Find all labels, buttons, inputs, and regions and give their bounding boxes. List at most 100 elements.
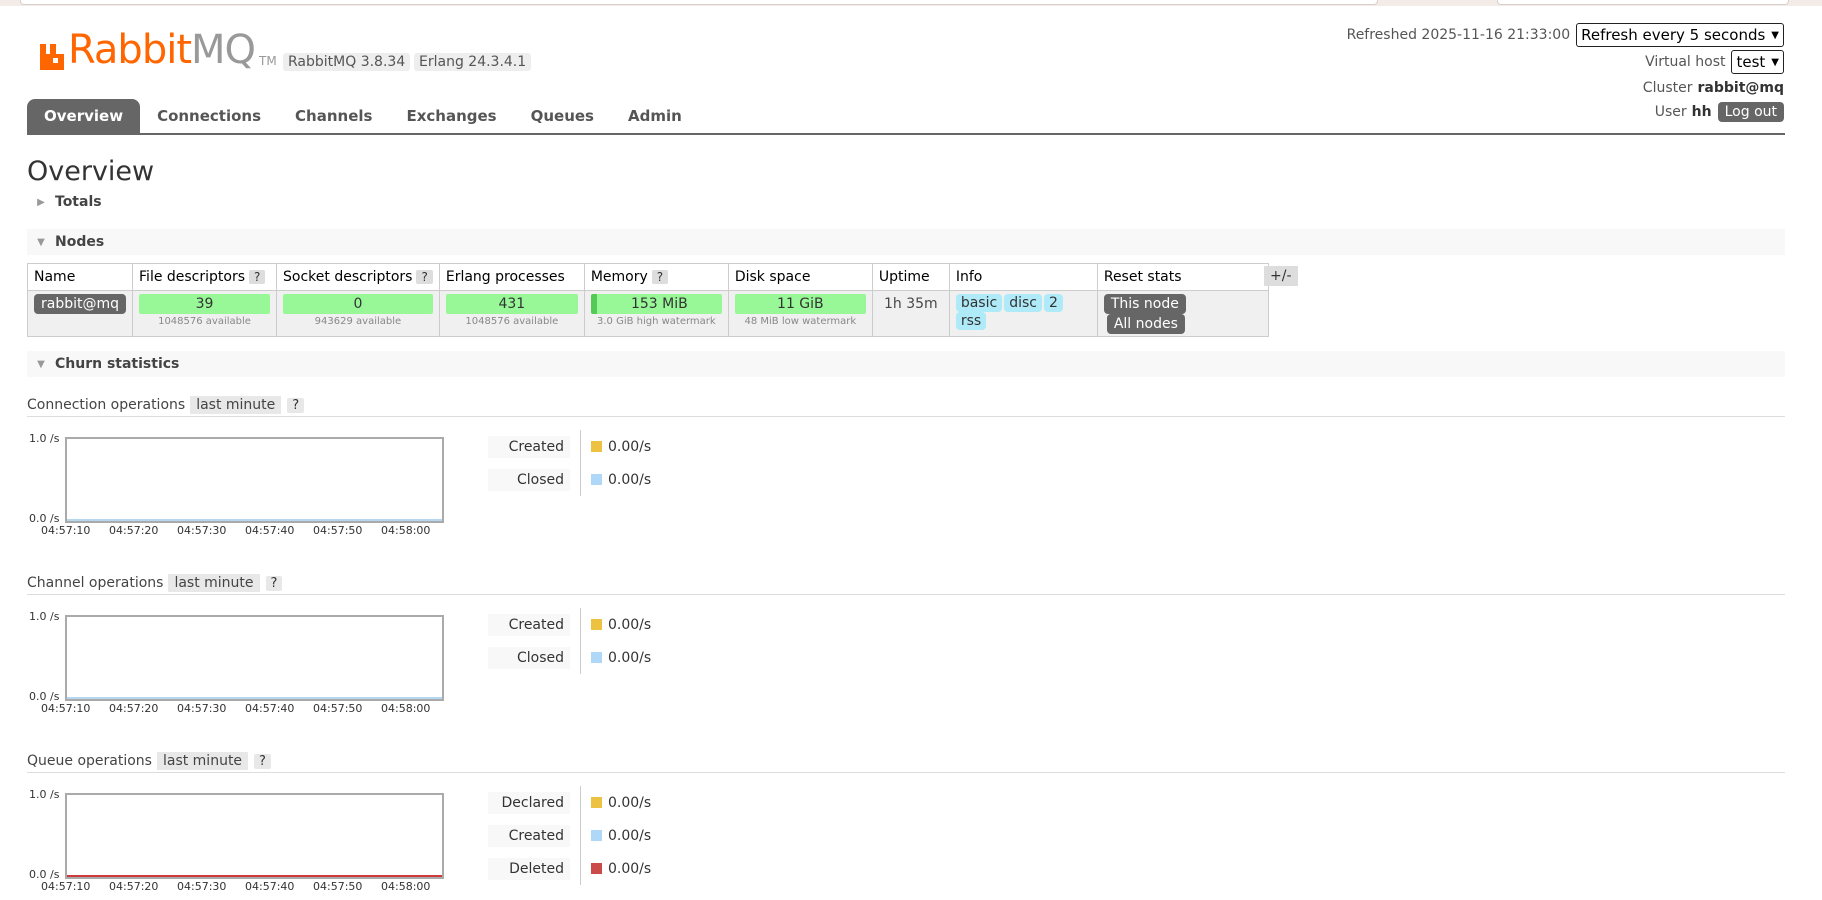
disk-watermark: 48 MiB low watermark (744, 316, 857, 327)
info-tag-basic: basic (955, 294, 1003, 312)
caret-right-icon: ▶ (37, 196, 45, 208)
cluster-label: Cluster (1642, 80, 1693, 96)
virtual-host-select[interactable]: test ▼ (1731, 50, 1784, 74)
series-line (67, 697, 442, 699)
uptime-cell: 1h 35m (871, 290, 950, 337)
x-tick-label: 04:57:50 (313, 880, 363, 893)
x-tick-label: 04:58:00 (381, 880, 431, 893)
col-disk-space: Disk space (727, 263, 873, 291)
queue-ops-title: Queue operations (27, 753, 152, 769)
memory-watermark: 3.0 GiB high watermark (596, 316, 716, 327)
chevron-down-icon: ▼ (1771, 56, 1779, 68)
fd-available: 1048576 available (158, 316, 251, 327)
x-tick-label: 04:57:50 (313, 702, 363, 715)
col-name: Name (26, 263, 134, 291)
legend-label: Created (488, 435, 570, 458)
legend-value: 0.00/s (608, 794, 652, 811)
help-button[interactable]: ? (265, 575, 283, 591)
x-tick-label: 04:57:50 (313, 524, 363, 537)
legend-divider (580, 430, 581, 463)
page-title: Overview (27, 156, 155, 187)
disk-cell: 11 GiB 48 MiB low watermark (727, 290, 873, 337)
help-button[interactable]: ? (416, 270, 433, 284)
help-button[interactable]: ? (254, 753, 271, 769)
cluster-name: rabbit@mq (1697, 80, 1785, 96)
legend-divider (580, 641, 581, 674)
x-tick-label: 04:57:30 (177, 880, 227, 893)
sd-usage-bar: 0 (283, 294, 433, 314)
legend-swatch-icon (591, 619, 602, 630)
range-select[interactable]: last minute (190, 396, 282, 414)
col-erlang-processes: Erlang processes (438, 263, 585, 291)
reset-all-nodes-button[interactable]: All nodes (1106, 314, 1185, 334)
series-line (67, 519, 442, 521)
tab-connections[interactable]: Connections (140, 99, 278, 133)
plot-area (65, 615, 444, 701)
tab-channels[interactable]: Channels (278, 99, 389, 133)
logo-trademark: TM (259, 54, 277, 68)
x-tick-label: 04:57:40 (245, 702, 295, 715)
col-file-descriptors-label: File descriptors (139, 269, 246, 285)
totals-section-toggle[interactable]: ▶ Totals (27, 190, 227, 214)
churn-section-label: Churn statistics (55, 356, 180, 372)
virtual-host-label: Virtual host (1645, 54, 1726, 70)
rabbitmq-logo[interactable]: RabbitMQ TM (40, 30, 277, 70)
col-uptime: Uptime (871, 263, 950, 291)
col-memory: Memory? (583, 263, 729, 291)
virtual-host-value: test (1736, 53, 1766, 71)
info-tag-rss: rss (955, 312, 987, 330)
range-select[interactable]: last minute (156, 752, 249, 770)
legend-label: Closed (488, 646, 570, 669)
tab-queues[interactable]: Queues (514, 99, 611, 133)
caret-down-icon: ▼ (37, 236, 45, 248)
logo-text-mq: MQ (191, 27, 256, 73)
main-nav-tabs: Overview Connections Channels Exchanges … (27, 99, 1785, 135)
legend-value: 0.00/s (608, 471, 652, 488)
nodes-section-toggle[interactable]: ▼ Nodes (27, 229, 1785, 255)
rabbitmq-version-badge: RabbitMQ 3.8.34 (283, 53, 411, 71)
sd-cell: 0 943629 available (276, 290, 440, 337)
help-button[interactable]: ? (249, 270, 266, 284)
node-link[interactable]: rabbit@mq (34, 294, 127, 314)
legend-label: Deleted (488, 857, 570, 880)
ep-available: 1048576 available (465, 316, 559, 327)
sd-available: 943629 available (314, 316, 402, 327)
logo-text-rabbit: Rabbit (68, 27, 192, 73)
disk-usage-bar: 11 GiB (734, 294, 866, 314)
legend-swatch-icon (591, 863, 602, 874)
tab-overview[interactable]: Overview (27, 99, 141, 133)
y-axis-max-label: 1.0 /s (29, 788, 60, 801)
legend-row: Created 0.00/s (488, 608, 651, 641)
legend-swatch-icon (591, 652, 602, 663)
col-socket-descriptors: Socket descriptors? (276, 263, 440, 291)
range-select[interactable]: last minute (168, 574, 260, 592)
rabbit-logo-icon (40, 44, 64, 70)
churn-section-toggle[interactable]: ▼ Churn statistics (27, 351, 1785, 377)
refreshed-timestamp: Refreshed 2025-11-16 21:33:00 (1346, 27, 1571, 43)
legend-row: Deleted 0.00/s (488, 852, 651, 885)
x-tick-label: 04:57:20 (109, 880, 159, 893)
legend-label: Created (488, 824, 570, 847)
legend-label: Closed (488, 468, 570, 491)
x-tick-label: 04:57:40 (245, 524, 295, 537)
help-button[interactable]: ? (287, 397, 305, 413)
refresh-interval-value: Refresh every 5 seconds (1581, 26, 1766, 44)
tab-exchanges[interactable]: Exchanges (389, 99, 513, 133)
x-tick-label: 04:58:00 (381, 702, 431, 715)
tab-admin[interactable]: Admin (611, 99, 699, 133)
x-tick-label: 04:58:00 (381, 524, 431, 537)
info-cell: basic disc 2 rss (948, 290, 1098, 337)
reset-this-node-button[interactable]: This node (1103, 294, 1186, 314)
legend-divider (580, 608, 581, 641)
refresh-interval-select[interactable]: Refresh every 5 seconds ▼ (1576, 23, 1784, 47)
fd-cell: 39 1048576 available (132, 290, 278, 337)
connection-ops-legend: Created 0.00/s Closed 0.00/s (488, 430, 651, 496)
legend-row: Declared 0.00/s (488, 786, 651, 819)
browser-top-strip (0, 0, 1822, 6)
caret-down-icon: ▼ (37, 358, 45, 370)
channel-ops-header: Channel operations last minute ? (27, 572, 1785, 595)
connection-ops-header: Connection operations last minute ? (27, 394, 1785, 417)
help-button[interactable]: ? (651, 270, 669, 284)
columns-toggle-button[interactable]: +/- (1264, 266, 1298, 286)
col-socket-descriptors-label: Socket descriptors (283, 269, 413, 285)
